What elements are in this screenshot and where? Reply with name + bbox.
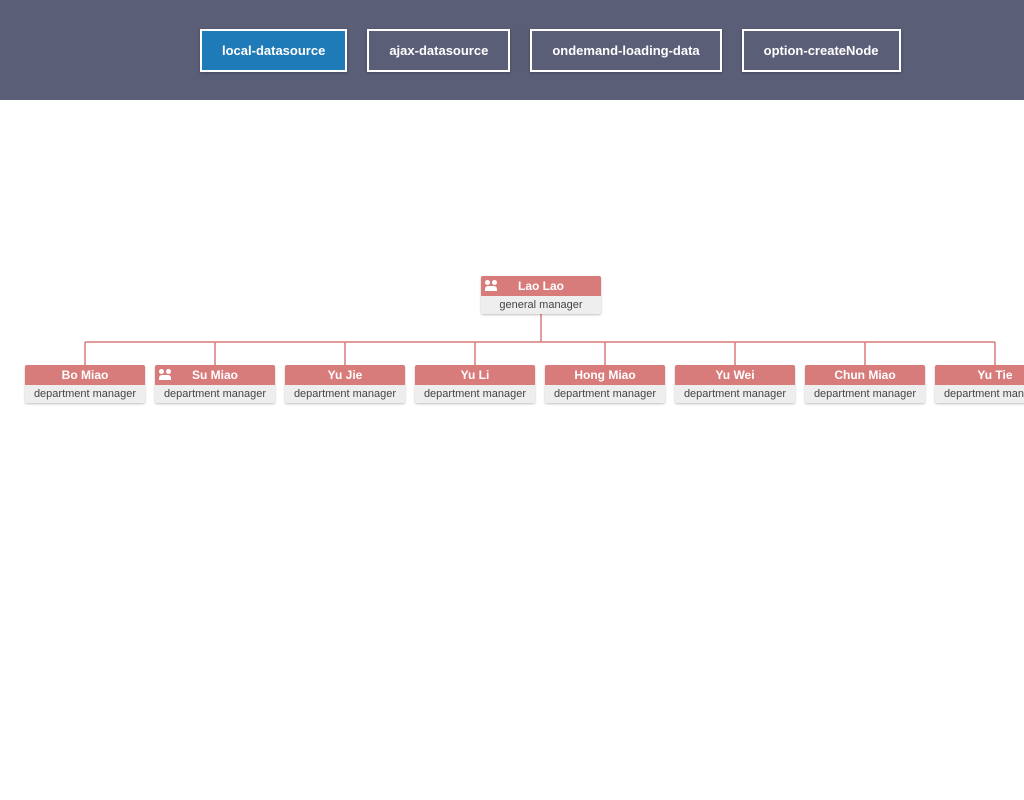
node-name: Yu Jie [328,368,363,382]
node-name: Hong Miao [574,368,635,382]
tab-local-datasource[interactable]: local-datasource [200,29,347,72]
org-chart: Lao Lao general manager Bo Miao department … [0,100,1024,800]
node-title: department manager [285,385,405,403]
node-title: department manager [675,385,795,403]
node-root[interactable]: Lao Lao general manager [481,276,601,314]
node-name: Chun Miao [834,368,895,382]
tab-option-createNode[interactable]: option-createNode [742,29,901,72]
node-child-1[interactable]: Su Miao department manager [155,365,275,403]
node-child-0[interactable]: Bo Miao department manager [25,365,145,403]
group-icon [159,367,171,385]
tab-ondemand-loading-data[interactable]: ondemand-loading-data [530,29,721,72]
node-name: Yu Tie [977,368,1012,382]
top-nav: local-datasource ajax-datasource ondemand-… [0,0,1024,100]
node-child-2[interactable]: Yu Jie department manager [285,365,405,403]
node-title: general manager [481,296,601,314]
group-icon [485,278,497,296]
node-title: department manager [155,385,275,403]
node-name: Yu Li [461,368,490,382]
node-title: department manager [25,385,145,403]
node-child-4[interactable]: Hong Miao department manager [545,365,665,403]
node-name: Bo Miao [62,368,109,382]
node-name: Lao Lao [518,279,564,293]
node-child-6[interactable]: Chun Miao department manager [805,365,925,403]
node-child-5[interactable]: Yu Wei department manager [675,365,795,403]
node-title: department manager [935,385,1024,403]
node-name: Su Miao [192,368,238,382]
node-child-7[interactable]: Yu Tie department manager [935,365,1024,403]
node-title: department manager [415,385,535,403]
node-title: department manager [545,385,665,403]
tab-ajax-datasource[interactable]: ajax-datasource [367,29,510,72]
node-title: department manager [805,385,925,403]
node-name: Yu Wei [715,368,754,382]
node-child-3[interactable]: Yu Li department manager [415,365,535,403]
